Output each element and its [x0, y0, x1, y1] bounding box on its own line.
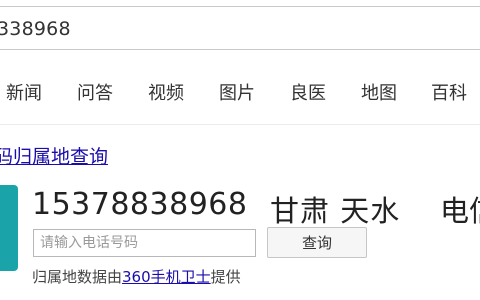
source-suffix-text: 提供	[210, 268, 241, 286]
tab-qa[interactable]: 问答	[77, 79, 113, 105]
tab-map[interactable]: 地图	[361, 79, 397, 105]
tab-doctor[interactable]: 良医	[290, 79, 326, 105]
phone-number-input[interactable]	[33, 229, 256, 257]
phone-number: 15378838968	[32, 187, 248, 222]
phone-card-icon	[0, 185, 18, 271]
result-title-link[interactable]: 码归属地查询	[0, 142, 108, 169]
tab-video[interactable]: 视频	[148, 79, 184, 105]
search-box[interactable]: 338968	[0, 6, 480, 50]
tab-images[interactable]: 图片	[219, 79, 255, 105]
phone-carrier: 电信	[440, 194, 480, 228]
nav-divider	[0, 124, 480, 125]
tab-news[interactable]: 新闻	[6, 79, 42, 105]
source-link-360[interactable]: 360手机卫士	[122, 268, 211, 286]
phone-location: 甘肃 天水	[270, 194, 401, 228]
query-button[interactable]: 查询	[267, 227, 367, 258]
search-query-text[interactable]: 338968	[0, 18, 71, 40]
tab-baike[interactable]: 百科	[431, 79, 467, 105]
data-source-note: 归属地数据由360手机卫士提供	[32, 266, 241, 287]
search-vertical-tabs: 新闻 问答 视频 图片 良医 地图 百科	[0, 79, 480, 105]
source-prefix-text: 归属地数据由	[32, 268, 123, 286]
